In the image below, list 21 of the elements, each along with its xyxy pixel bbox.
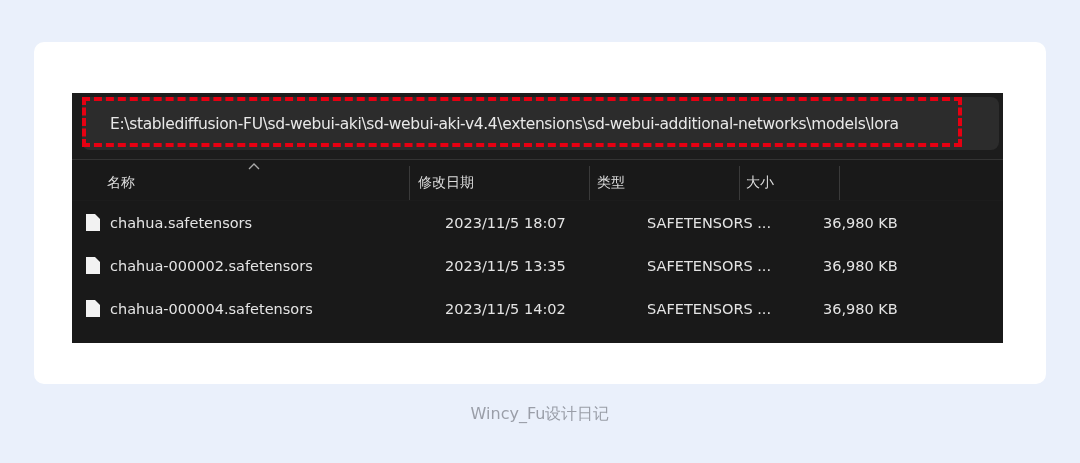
file-type: SAFETENSORS ...	[647, 214, 772, 231]
file-type: SAFETENSORS ...	[647, 300, 772, 317]
file-name[interactable]: chahua-000004.safetensors	[110, 300, 313, 317]
caption: Wincy_Fu设计日记	[470, 404, 610, 425]
file-icon	[85, 299, 101, 318]
column-header[interactable]: 类型	[590, 166, 740, 200]
file-icon	[85, 213, 101, 232]
file-date: 2023/11/5 18:07	[445, 214, 566, 231]
file-date: 2023/11/5 13:35	[445, 257, 566, 274]
file-icon	[85, 256, 101, 275]
column-header[interactable]: 大小	[740, 166, 840, 200]
file-name[interactable]: chahua-000002.safetensors	[110, 257, 313, 274]
file-date: 2023/11/5 14:02	[445, 300, 566, 317]
file-size: 36,980 KB	[823, 257, 898, 274]
column-header[interactable]: 名称	[72, 166, 410, 200]
file-type: SAFETENSORS ...	[647, 257, 772, 274]
address-bar[interactable]: E:\stablediffusion-FU\sd-webui-aki\sd-webui-aki-v4.4\extensions\sd-webui-additional-networks\models\lora	[82, 97, 999, 150]
file-size: 36,980 KB	[823, 214, 898, 231]
file-name[interactable]: chahua.safetensors	[110, 214, 253, 231]
file-size: 36,980 KB	[823, 300, 898, 317]
column-header[interactable]: 修改日期	[410, 166, 590, 200]
